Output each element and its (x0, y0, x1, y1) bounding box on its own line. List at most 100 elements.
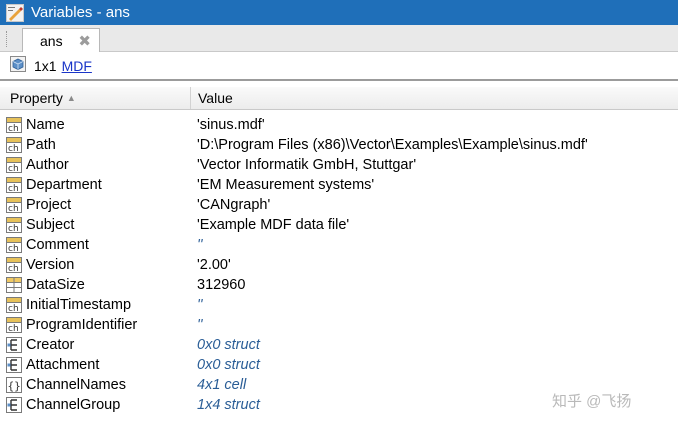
property-name: Creator (26, 337, 75, 353)
property-value[interactable]: 4x1 cell (197, 375, 246, 395)
property-cell[interactable]: DataSize (6, 275, 85, 295)
tab-label: ans (40, 32, 63, 49)
svg-text:ch: ch (8, 264, 19, 273)
tab-strip: ans ✖ (0, 25, 678, 52)
property-cell[interactable]: ch Subject (6, 215, 74, 235)
char-icon: ch (6, 257, 22, 274)
table-row[interactable]: ch ProgramIdentifier '' (0, 315, 678, 335)
table-row[interactable]: DataSize 312960 (0, 275, 678, 295)
property-cell[interactable]: ch Version (6, 255, 74, 275)
property-value[interactable]: '' (197, 295, 203, 315)
property-name: ProgramIdentifier (26, 317, 138, 333)
char-icon: ch (6, 197, 22, 214)
property-cell[interactable]: ChannelGroup (6, 395, 120, 415)
svg-text:ch: ch (8, 204, 19, 213)
table-row[interactable]: ch Name 'sinus.mdf' (0, 115, 678, 135)
property-value[interactable]: '2.00' (197, 255, 231, 275)
property-name: Comment (26, 237, 89, 253)
property-cell[interactable]: ch Author (6, 155, 69, 175)
property-value[interactable]: 'D:\Program Files (x86)\Vector\Examples\… (197, 135, 588, 155)
property-name: InitialTimestamp (26, 297, 132, 313)
property-name: Name (26, 117, 65, 133)
property-name: DataSize (26, 277, 85, 293)
watermark: 知乎 @飞扬 (552, 393, 632, 410)
property-cell[interactable]: ch Comment (6, 235, 89, 255)
property-name: ChannelNames (26, 377, 126, 393)
table-row[interactable]: ch Project 'CANgraph' (0, 195, 678, 215)
property-value[interactable]: 'CANgraph' (197, 195, 270, 215)
property-value[interactable]: 1x4 struct (197, 395, 260, 415)
property-cell[interactable]: ch Project (6, 195, 71, 215)
struct-icon (6, 397, 22, 413)
sort-ascending-icon: ▲ (66, 93, 76, 103)
struct-icon (6, 357, 22, 373)
variable-info-bar: 1x1 MDF (0, 52, 678, 81)
tab-ans[interactable]: ans ✖ (22, 28, 100, 52)
window-title: Variables - ans (31, 4, 130, 21)
char-icon: ch (6, 297, 22, 314)
char-icon: ch (6, 137, 22, 154)
property-name: Attachment (26, 357, 100, 373)
class-link[interactable]: MDF (62, 58, 92, 74)
window-titlebar: Variables - ans (0, 0, 678, 25)
table-row[interactable]: ch Comment '' (0, 235, 678, 255)
property-cell[interactable]: ch Path (6, 135, 56, 155)
char-icon: ch (6, 317, 22, 334)
property-cell[interactable]: ch InitialTimestamp (6, 295, 131, 315)
svg-text:ch: ch (8, 124, 19, 133)
struct-cube-icon (10, 56, 26, 75)
table-row[interactable]: ch Path 'D:\Program Files (x86)\Vector\Exa… (0, 135, 678, 155)
property-value[interactable]: 'EM Measurement systems' (197, 175, 374, 195)
table-row[interactable]: ch Version '2.00' (0, 255, 678, 275)
value-column-header[interactable]: Value (192, 87, 233, 109)
property-name: Version (26, 257, 75, 273)
property-name: Subject (26, 217, 75, 233)
property-column-header[interactable]: Property ▲ (0, 87, 191, 109)
svg-text:ch: ch (8, 244, 19, 253)
property-table: ch Name 'sinus.mdf' ch Path 'D:\Program Files… (0, 115, 678, 415)
char-icon: ch (6, 217, 22, 234)
svg-text:ch: ch (8, 224, 19, 233)
close-icon[interactable]: ✖ (78, 32, 91, 50)
value-header-label: Value (198, 90, 233, 106)
property-cell[interactable]: Creator (6, 335, 74, 355)
table-row[interactable]: Creator 0x0 struct (0, 335, 678, 355)
svg-text:ch: ch (8, 304, 19, 313)
property-cell[interactable]: ch ProgramIdentifier (6, 315, 137, 335)
table-row[interactable]: ch Subject 'Example MDF data file' (0, 215, 678, 235)
property-name: Project (26, 197, 72, 213)
property-value[interactable]: 'Example MDF data file' (197, 215, 349, 235)
table-row[interactable]: ch InitialTimestamp '' (0, 295, 678, 315)
property-cell[interactable]: ch Department (6, 175, 102, 195)
property-value[interactable]: 'Vector Informatik GmbH, Stuttgar' (197, 155, 416, 175)
tab-strip-grip[interactable] (6, 31, 10, 47)
char-icon: ch (6, 177, 22, 194)
table-header: Property ▲ Value (0, 87, 678, 110)
variable-size: 1x1 (34, 57, 57, 74)
svg-text:{}: {} (8, 380, 21, 393)
property-cell[interactable]: Attachment (6, 355, 99, 375)
svg-text:ch: ch (8, 184, 19, 193)
property-cell[interactable]: {} ChannelNames (6, 375, 126, 395)
char-icon: ch (6, 157, 22, 174)
table-row[interactable]: Attachment 0x0 struct (0, 355, 678, 375)
svg-text:ch: ch (8, 144, 19, 153)
property-header-label: Property (10, 90, 63, 106)
property-name: Author (26, 157, 69, 173)
table-row[interactable]: ch Author 'Vector Informatik GmbH, Stuttga… (0, 155, 678, 175)
table-row[interactable]: ch Department 'EM Measurement systems' (0, 175, 678, 195)
property-value[interactable]: '' (197, 235, 203, 255)
cell-icon: {} (6, 377, 22, 393)
property-value[interactable]: '' (197, 315, 203, 335)
property-name: ChannelGroup (26, 397, 121, 413)
variable-editor-icon (6, 3, 24, 22)
property-cell[interactable]: ch Name (6, 115, 65, 135)
property-value[interactable]: 0x0 struct (197, 355, 260, 375)
property-value[interactable]: 'sinus.mdf' (197, 115, 265, 135)
struct-icon (6, 337, 22, 353)
char-icon: ch (6, 117, 22, 134)
svg-text:ch: ch (8, 164, 19, 173)
property-name: Path (26, 137, 56, 153)
property-value[interactable]: 312960 (197, 275, 245, 295)
property-value[interactable]: 0x0 struct (197, 335, 260, 355)
